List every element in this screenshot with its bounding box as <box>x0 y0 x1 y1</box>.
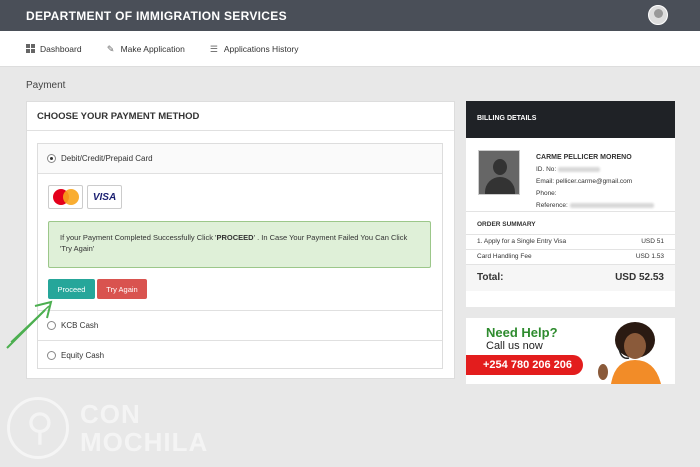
nav-make-application-label: Make Application <box>120 43 185 54</box>
user-name: CARME PELLICER MORENO <box>536 154 632 161</box>
pencil-icon: ✎ <box>106 43 115 54</box>
billing-user: CARME PELLICER MORENO ID. No: Email: pel… <box>466 138 675 212</box>
nav-dashboard[interactable]: Dashboard <box>25 43 82 54</box>
watermark-line1: CON <box>80 399 141 429</box>
billing-header: BILLING DETAILS <box>466 101 675 138</box>
option-equity-cash-label: Equity Cash <box>61 351 105 360</box>
watermark-text: CON MOCHILA <box>80 400 208 456</box>
order-item-amount: USD 51 <box>641 238 664 245</box>
help-title: Need Help? <box>486 325 558 340</box>
email-label: Email: <box>536 178 555 185</box>
id-label: ID. No: <box>536 166 557 173</box>
support-agent-image <box>598 322 661 384</box>
alert-text-bold: PROCEED <box>216 233 254 242</box>
payment-method-panel: CHOOSE YOUR PAYMENT METHOD Debit/Credit/… <box>26 101 455 379</box>
card-logos: VISA <box>48 185 122 209</box>
user-reference-row: Reference: <box>536 200 654 212</box>
alert-text-pre: If your Payment Completed Successfully C… <box>60 233 217 242</box>
total-amount: USD 52.53 <box>615 272 664 283</box>
radio-equity-cash[interactable] <box>47 351 56 360</box>
billing-details: BILLING DETAILS CARME PELLICER MORENO ID… <box>466 101 675 307</box>
user-phone-row: Phone: <box>536 188 654 200</box>
app-title: DEPARTMENT OF IMMIGRATION SERVICES <box>26 8 287 23</box>
order-summary-header: ORDER SUMMARY <box>466 212 675 235</box>
option-card[interactable]: Debit/Credit/Prepaid Card <box>38 144 442 174</box>
user-email-row: Email: pellicer.carme@gmail.com <box>536 176 654 188</box>
user-avatar[interactable] <box>648 5 668 25</box>
user-email: pellicer.carme@gmail.com <box>555 178 633 185</box>
order-item-label: Card Handling Fee <box>477 253 532 260</box>
option-kcb-cash[interactable]: KCB Cash <box>38 310 442 340</box>
dashboard-icon <box>25 43 35 54</box>
page-title: Payment <box>26 80 66 91</box>
option-card-label: Debit/Credit/Prepaid Card <box>61 154 153 163</box>
payment-method-header: CHOOSE YOUR PAYMENT METHOD <box>27 102 454 131</box>
payment-alert: If your Payment Completed Successfully C… <box>48 221 431 268</box>
help-banner[interactable]: Need Help? Call us now +254 780 206 206 <box>466 318 675 384</box>
nav-applications-history-label: Applications History <box>223 43 299 54</box>
visa-label: VISA <box>92 191 117 203</box>
nav-applications-history[interactable]: ☰ Applications History <box>209 44 299 54</box>
visa-logo: VISA <box>87 185 122 209</box>
top-bar: DEPARTMENT OF IMMIGRATION SERVICES <box>0 0 700 31</box>
main-nav: Dashboard ✎ Make Application ☰ Applicati… <box>0 31 700 67</box>
watermark-line2: MOCHILA <box>80 427 209 457</box>
user-photo <box>478 150 520 195</box>
try-again-button[interactable]: Try Again <box>97 279 147 299</box>
order-item-label: 1. Apply for a Single Entry Visa <box>477 238 567 245</box>
reference-label: Reference: <box>536 202 568 209</box>
option-equity-cash[interactable]: Equity Cash <box>38 340 442 370</box>
order-total: Total: USD 52.53 <box>466 265 675 291</box>
user-id-row: ID. No: <box>536 164 654 176</box>
help-subtitle: Call us now <box>486 340 543 352</box>
arrow-icon <box>6 300 53 349</box>
redacted-id <box>558 166 601 172</box>
nav-make-application[interactable]: ✎ Make Application <box>106 44 185 54</box>
list-icon: ☰ <box>209 43 218 54</box>
radio-card[interactable] <box>47 154 56 163</box>
order-item: Card Handling Fee USD 1.53 <box>466 250 675 265</box>
nav-dashboard-label: Dashboard <box>40 43 82 54</box>
help-phone: +254 780 206 206 <box>466 355 583 375</box>
redacted-reference <box>569 202 654 208</box>
order-item-amount: USD 1.53 <box>635 253 664 260</box>
option-kcb-cash-label: KCB Cash <box>61 321 99 330</box>
order-item: 1. Apply for a Single Entry Visa USD 51 <box>466 235 675 250</box>
mastercard-logo <box>48 185 83 209</box>
watermark-logo <box>7 397 69 459</box>
phone-label: Phone: <box>536 190 557 197</box>
user-info: CARME PELLICER MORENO ID. No: Email: pel… <box>536 152 654 212</box>
payment-options: Debit/Credit/Prepaid Card VISA If your P… <box>37 143 443 369</box>
total-label: Total: <box>477 272 504 283</box>
